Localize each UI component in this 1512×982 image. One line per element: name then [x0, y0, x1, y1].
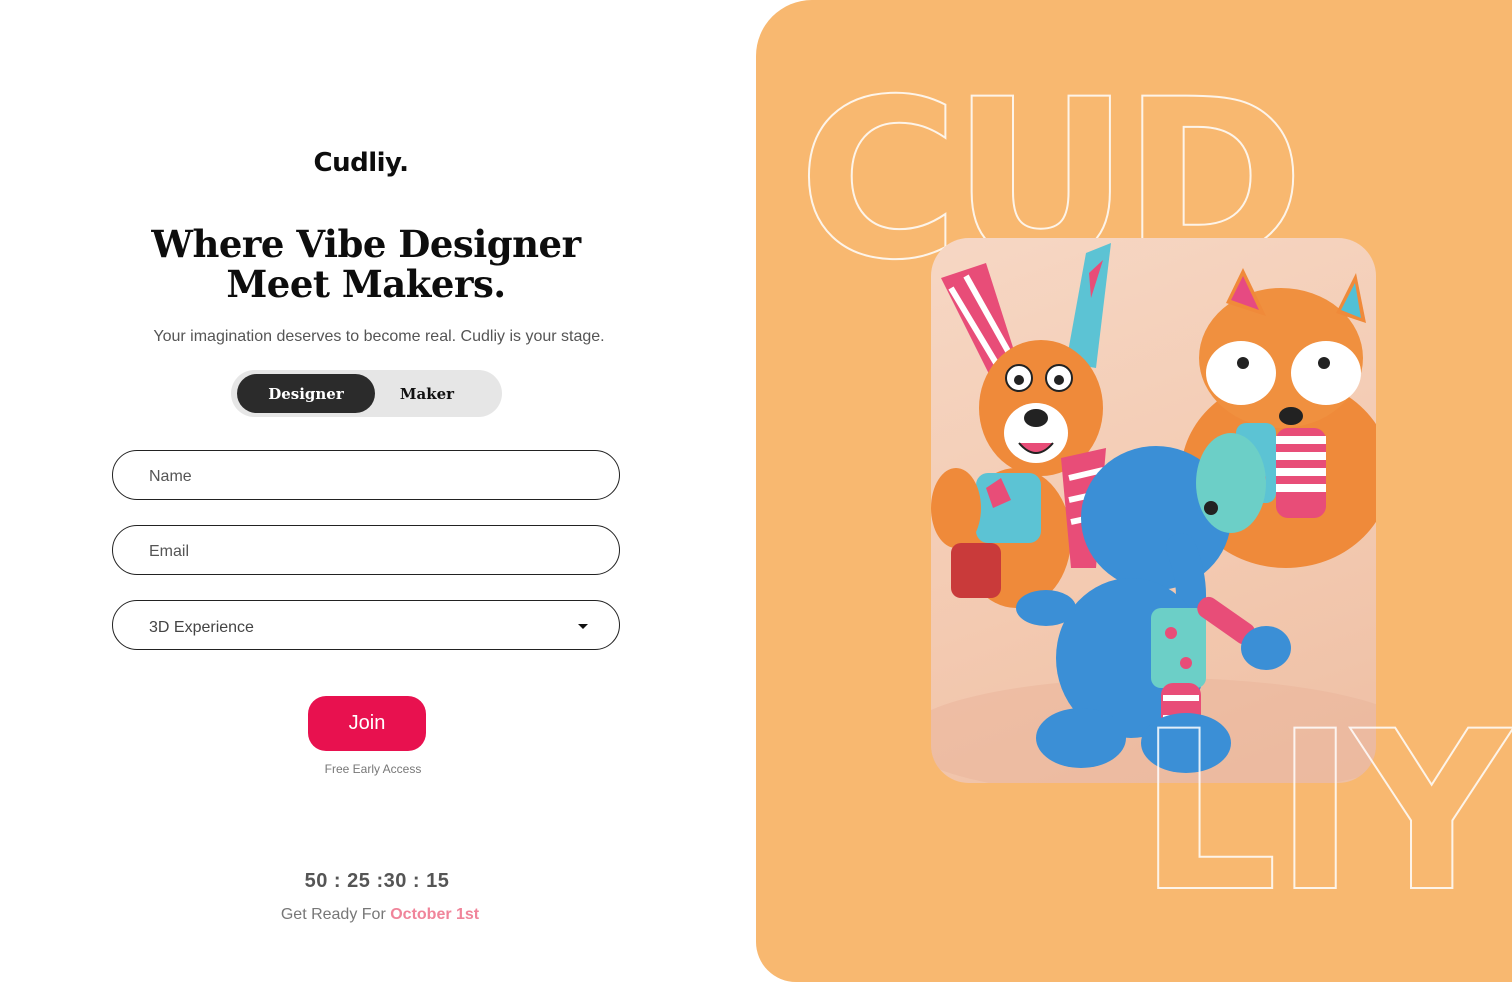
hero-visual-panel: CUD LIY — [756, 0, 1512, 982]
signup-panel: Cudliy. Where Vibe Designer Meet Makers.… — [0, 0, 756, 982]
role-option-designer[interactable]: Designer — [237, 374, 375, 413]
join-note: Free Early Access — [324, 762, 422, 776]
email-field-wrapper — [112, 525, 620, 575]
headline-line-1: Where Vibe Designer — [151, 222, 581, 266]
role-toggle: Designer Maker — [231, 370, 502, 417]
launch-message-prefix: Get Ready For — [280, 906, 391, 923]
name-field-wrapper — [112, 450, 620, 500]
email-input[interactable] — [113, 526, 619, 574]
experience-select[interactable]: 3D Experience — [112, 600, 620, 650]
name-input[interactable] — [113, 451, 619, 499]
brand-logo[interactable]: Cudliy. — [0, 148, 722, 178]
watermark-bottom-text: LIY — [1138, 684, 1512, 940]
watermark-bottom: LIY — [1137, 683, 1512, 941]
experience-select-value: 3D Experience — [149, 618, 254, 636]
headline-line-2: Meet Makers. — [226, 262, 506, 306]
countdown-timer: 50 : 25 :30 : 15 — [304, 870, 450, 892]
launch-message: Get Ready For October 1st — [0, 906, 760, 924]
role-option-maker[interactable]: Maker — [375, 374, 479, 413]
chevron-down-icon — [578, 624, 588, 629]
page-subtitle: Your imagination deserves to become real… — [153, 328, 605, 345]
page-headline: Where Vibe Designer Meet Makers. — [0, 224, 732, 304]
join-button[interactable]: Join — [308, 696, 426, 751]
launch-date: October 1st — [390, 906, 480, 923]
